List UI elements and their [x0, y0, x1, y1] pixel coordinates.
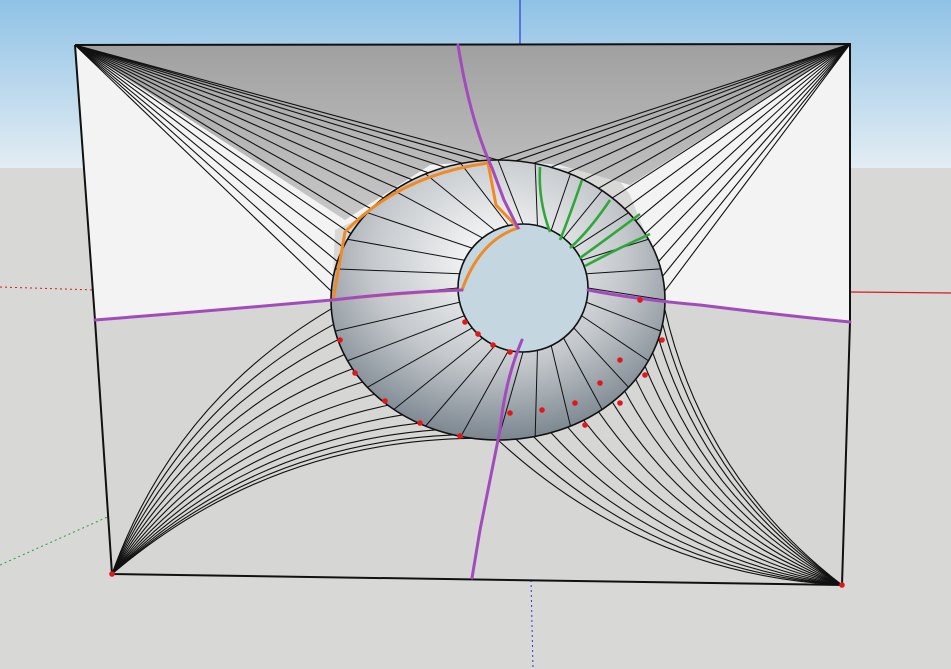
- vertex-dot: [659, 337, 665, 343]
- vertex-dot: [582, 422, 588, 428]
- 3d-viewport[interactable]: [0, 0, 951, 669]
- vertex-dot: [109, 571, 115, 577]
- vertex-dot: [457, 433, 463, 439]
- vertex-dot: [462, 319, 468, 325]
- vertex-dot: [337, 337, 343, 343]
- model-canvas[interactable]: [0, 0, 951, 669]
- vertex-dot: [490, 342, 496, 348]
- vertex-dot: [475, 331, 481, 337]
- vertex-dot: [637, 297, 643, 303]
- vertex-dot: [382, 398, 388, 404]
- vertex-dot: [539, 407, 545, 413]
- vertex-dot: [839, 582, 845, 588]
- vertex-dot: [507, 349, 513, 355]
- vertex-dot: [617, 357, 623, 363]
- vertex-dot: [572, 400, 578, 406]
- vertex-dot: [597, 380, 603, 386]
- vertex-dot: [642, 372, 648, 378]
- vertex-dot: [417, 420, 423, 426]
- vertex-dot: [507, 410, 513, 416]
- vertex-dot: [352, 370, 358, 376]
- vertex-dot: [617, 400, 623, 406]
